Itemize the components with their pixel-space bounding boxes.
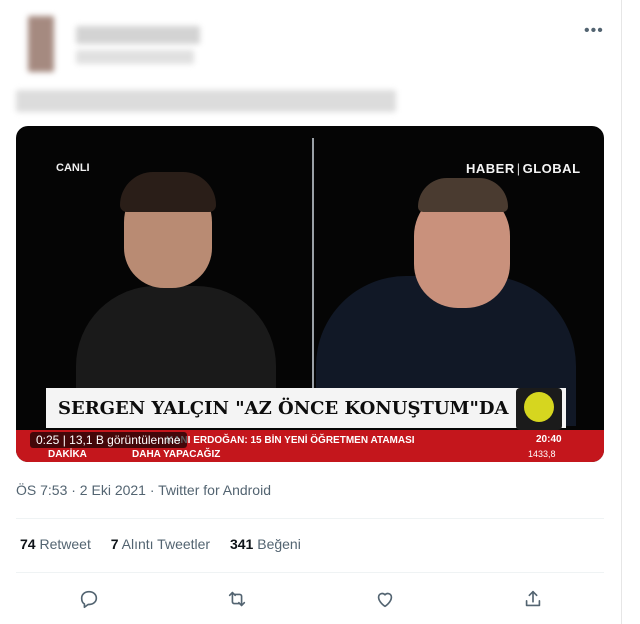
tweet-stats: 74 Retweet 7 Alıntı Tweetler 341 Beğeni xyxy=(20,536,301,552)
tweet-text xyxy=(16,90,396,112)
guest-left-hair xyxy=(120,172,216,212)
video-player[interactable]: CANLI HABER | GLOBAL SERGEN YALÇIN "AZ ÖNC… xyxy=(16,126,604,462)
lower-third: SERGEN YALÇIN "AZ ÖNCE KONUŞTUM"DA xyxy=(46,388,566,428)
tweet-timestamp[interactable]: ÖS 7:53 · 2 Eki 2021 · Twitter for Andro… xyxy=(16,482,271,498)
video-views: 13,1 B görüntülenme xyxy=(69,433,181,447)
retweet-icon[interactable] xyxy=(222,584,252,614)
author-handle[interactable] xyxy=(76,50,194,64)
quotes-stat[interactable]: 7 Alıntı Tweetler xyxy=(111,536,210,552)
channel-logo: HABER | GLOBAL xyxy=(466,161,581,176)
author-name[interactable] xyxy=(76,26,200,44)
channel-logo-left: HABER xyxy=(466,161,515,176)
guest-right-hair xyxy=(418,178,508,212)
ticker-clock: 20:40 xyxy=(536,434,562,445)
ticker-tag: DAKİKA xyxy=(48,449,87,460)
likes-stat[interactable]: 341 Beğeni xyxy=(230,536,301,552)
channel-logo-right: GLOBAL xyxy=(522,161,581,176)
program-logo xyxy=(516,388,562,430)
avatar[interactable] xyxy=(28,16,54,72)
card-border xyxy=(621,0,622,624)
live-label: CANLI xyxy=(56,162,90,174)
lower-third-headline: SERGEN YALÇIN "AZ ÖNCE KONUŞTUM"DA xyxy=(58,398,509,419)
more-options-icon[interactable]: ••• xyxy=(584,22,604,40)
tweet-actions xyxy=(16,584,604,614)
video-view-count: 0:25 | 13,1 B görüntülenme xyxy=(30,432,187,448)
tweet-card: ••• CANLI HABER | GLOBAL SERGEN YALÇIN "AZ… xyxy=(0,0,640,624)
divider-top xyxy=(16,518,604,519)
ticker-line-2: DAHA YAPACAĞIZ xyxy=(132,449,221,460)
ticker-line-1: KANI ERDOĞAN: 15 BİN YENİ ÖĞRETMEN ATAMA… xyxy=(166,435,415,446)
video-time: 0:25 xyxy=(36,433,60,447)
split-divider xyxy=(312,138,314,408)
reply-icon[interactable] xyxy=(74,584,104,614)
ticker-index: 1433,8 xyxy=(528,449,556,459)
heart-icon[interactable] xyxy=(370,584,400,614)
share-icon[interactable] xyxy=(518,584,548,614)
retweets-stat[interactable]: 74 Retweet xyxy=(20,536,91,552)
divider-bottom xyxy=(16,572,604,573)
